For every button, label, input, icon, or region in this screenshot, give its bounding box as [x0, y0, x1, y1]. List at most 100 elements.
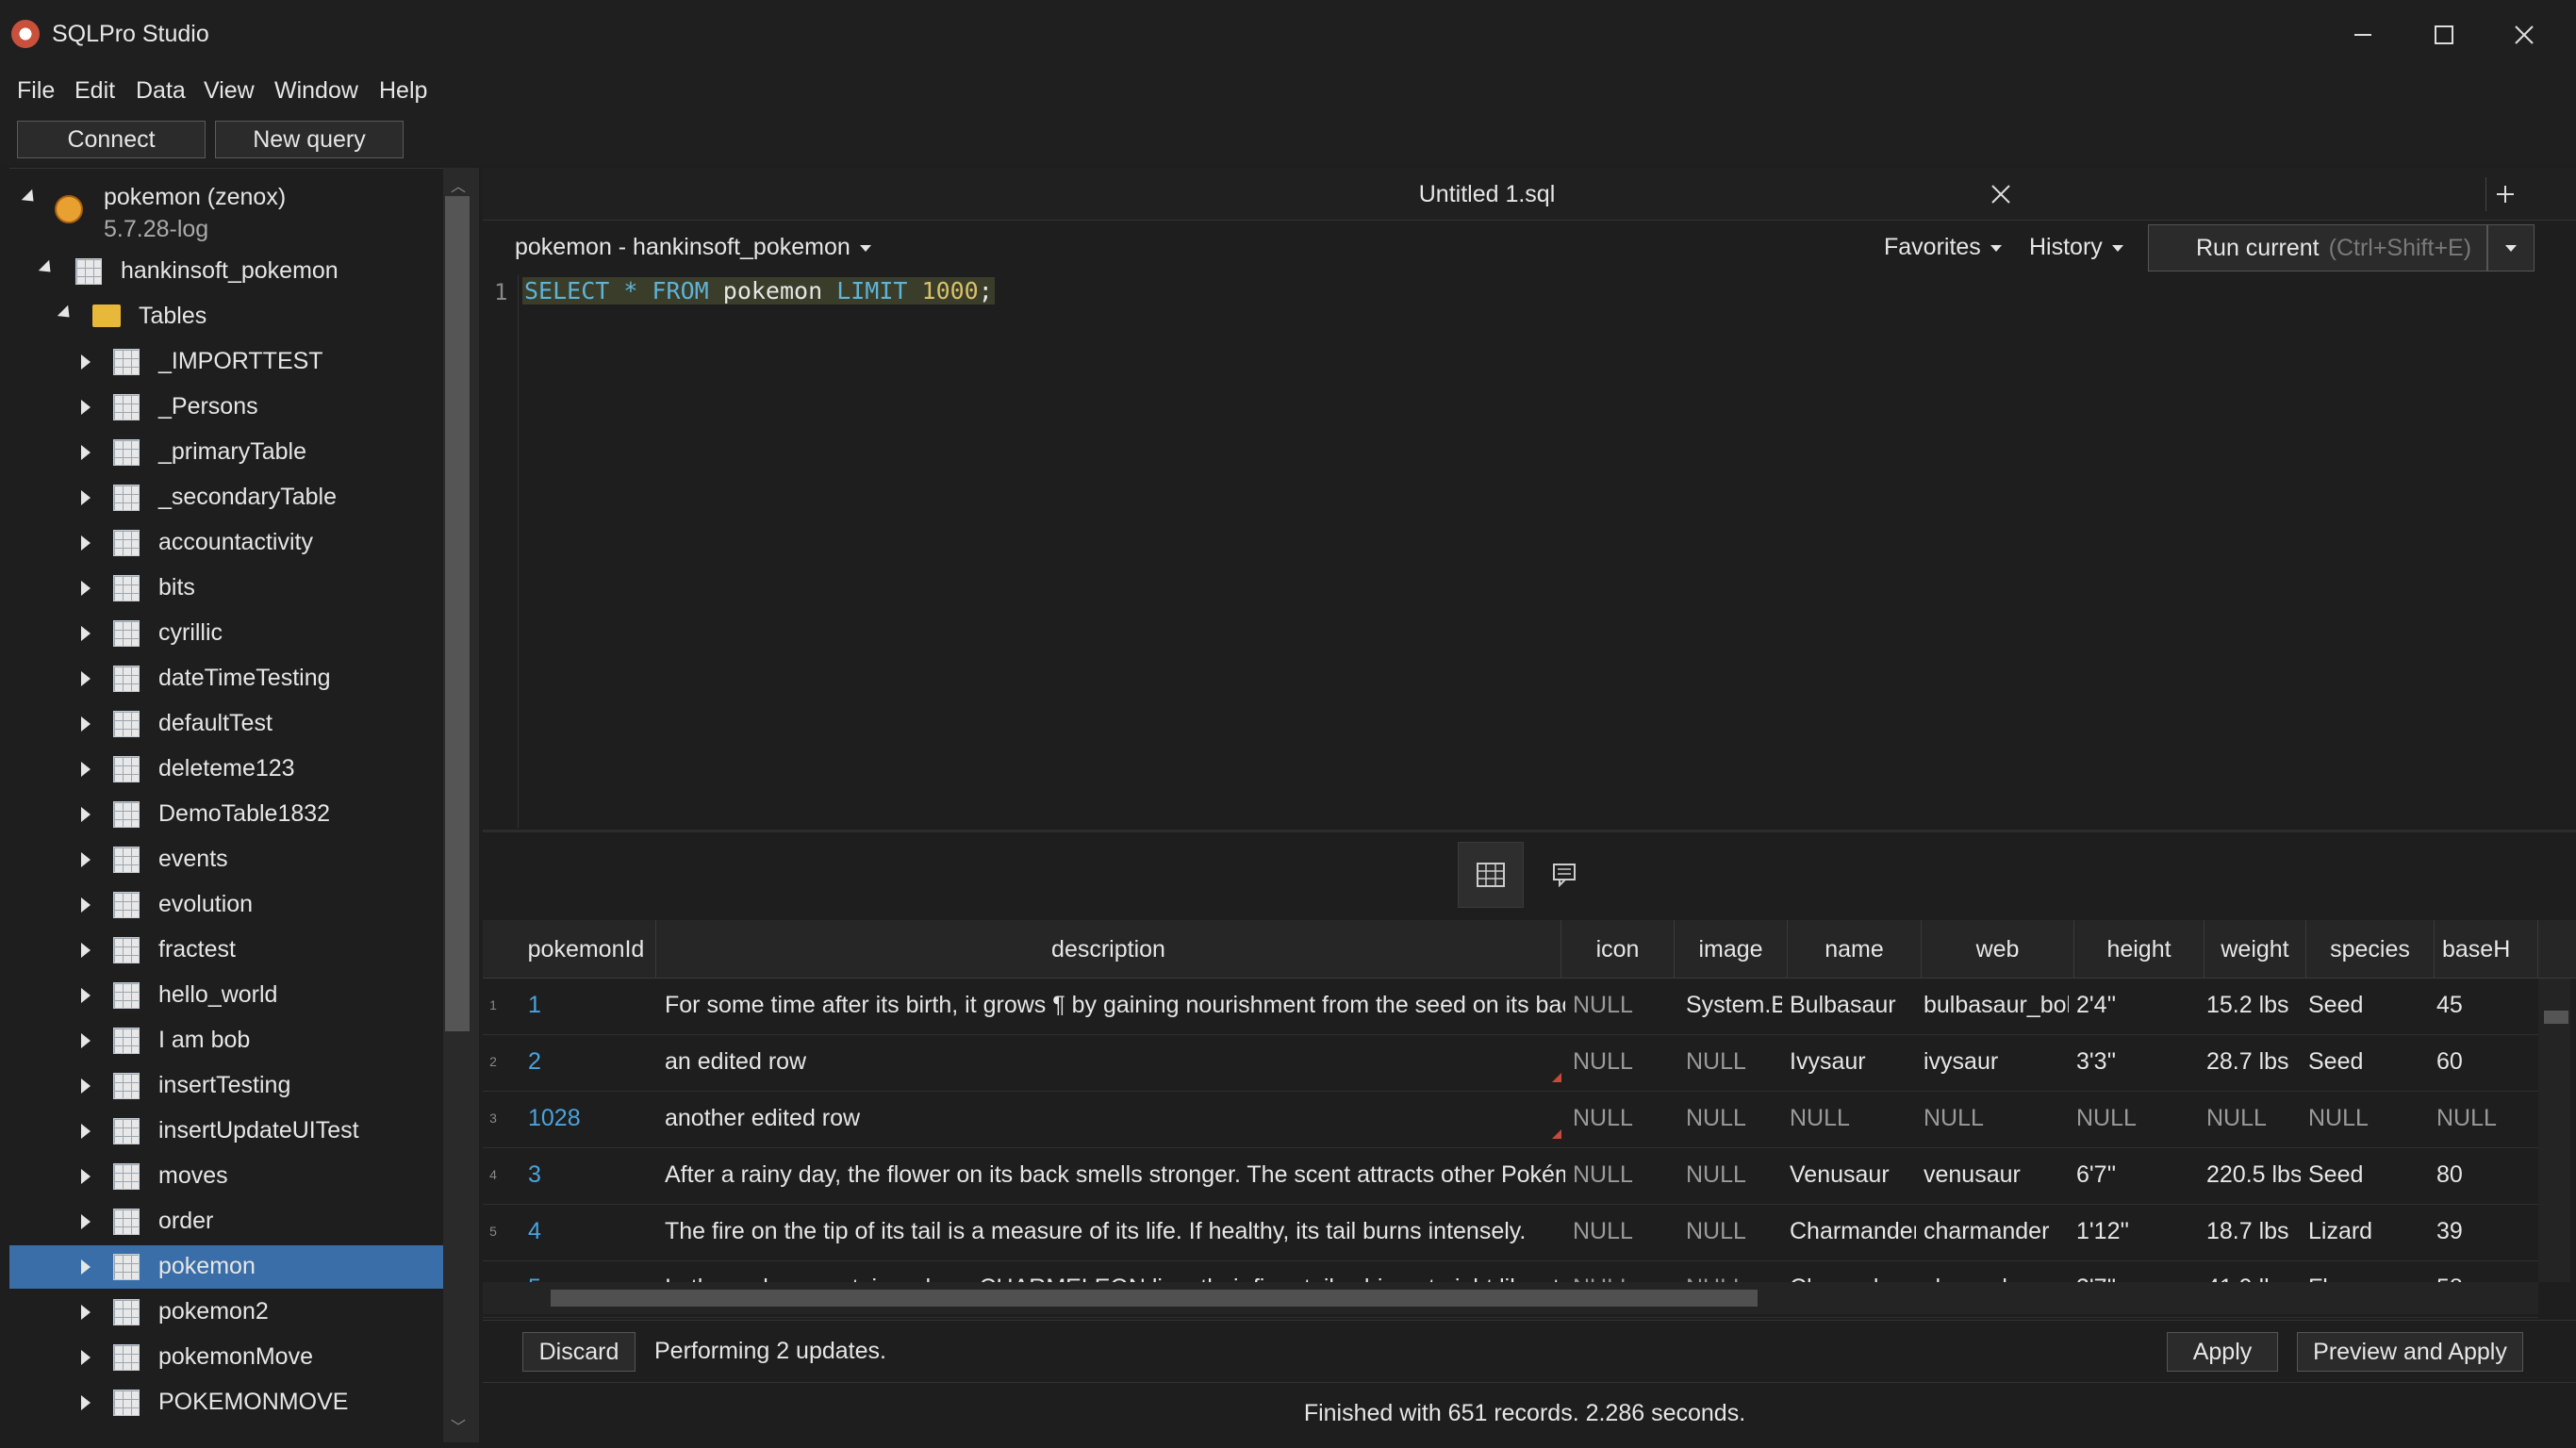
grid-horizontal-scroll-thumb[interactable] [551, 1290, 1758, 1307]
cell-image[interactable]: NULL [1686, 1048, 1782, 1076]
cell-description[interactable]: After a rainy day, the flower on its bac… [665, 1161, 1565, 1189]
preview-and-apply-button[interactable]: Preview and Apply [2297, 1332, 2523, 1372]
table-row[interactable]: 2 2 an edited row NULL NULL Ivysaur ivysaur 3'3… [483, 1035, 2538, 1092]
cell-description[interactable]: For some time after its birth, it grows … [665, 992, 1565, 1019]
cell-weight[interactable]: 28.7 lbs [2206, 1048, 2301, 1076]
maximize-icon[interactable] [2414, 11, 2474, 58]
expand-icon[interactable] [81, 1124, 91, 1139]
tree-table-item[interactable]: accountactivity [9, 521, 443, 565]
tree-table-item[interactable]: _secondaryTable [9, 476, 443, 519]
column-header-height[interactable]: height [2074, 920, 2204, 979]
tree-folder-tables[interactable]: Tables [9, 295, 443, 338]
expand-icon[interactable] [81, 1259, 91, 1275]
scroll-up-icon[interactable]: ︿ [451, 173, 466, 196]
cell-baseh[interactable]: 80 [2436, 1161, 2531, 1189]
cell-image[interactable]: NULL [1686, 1105, 1782, 1132]
tree-table-item[interactable]: fractest [9, 929, 443, 972]
expand-icon[interactable] [81, 535, 91, 551]
cell-weight[interactable]: 15.2 lbs [2206, 992, 2301, 1019]
cell-name[interactable]: Ivysaur [1790, 1048, 1916, 1076]
expand-icon[interactable] [81, 1033, 91, 1048]
tree-table-item[interactable]: _Persons [9, 386, 443, 429]
tree-table-item[interactable]: _IMPORTTEST [9, 340, 443, 384]
menu-help[interactable]: Help [379, 77, 427, 105]
run-current-button[interactable]: Run current (Ctrl+Shift+E) [2148, 224, 2487, 272]
cell-baseh[interactable]: 39 [2436, 1218, 2531, 1245]
column-header-baseh[interactable]: baseH [2435, 920, 2538, 979]
expand-icon[interactable] [81, 1214, 91, 1229]
sidebar-scroll-thumb[interactable] [445, 196, 470, 1031]
tree-table-item[interactable]: bits [9, 567, 443, 610]
column-header-species[interactable]: species [2306, 920, 2435, 979]
cell-baseh[interactable]: 60 [2436, 1048, 2531, 1076]
cell-height[interactable]: 3'3'' [2076, 1048, 2199, 1076]
menu-view[interactable]: View [204, 77, 255, 105]
cell-web[interactable]: bulbasaur_bob [1924, 992, 2069, 1019]
tree-table-item[interactable]: insertUpdateUITest [9, 1110, 443, 1153]
expand-icon[interactable] [81, 852, 91, 867]
table-row[interactable]: 5 4 The fire on the tip of its tail is a m… [483, 1205, 2538, 1261]
cell-baseh[interactable]: 45 [2436, 992, 2531, 1019]
expand-icon[interactable] [81, 897, 91, 913]
expand-icon[interactable] [81, 445, 91, 460]
cell-icon[interactable]: NULL [1573, 1161, 1678, 1189]
column-header-description[interactable]: description [656, 920, 1561, 979]
column-header-image[interactable]: image [1675, 920, 1788, 979]
expand-icon[interactable] [81, 581, 91, 596]
cell-height[interactable]: 6'7'' [2076, 1161, 2199, 1189]
tree-connection[interactable]: pokemon (zenox) 5.7.28-log [9, 174, 443, 250]
table-row[interactable]: 1 1 For some time after its birth, it grow… [483, 979, 2538, 1035]
cell-image[interactable]: NULL [1686, 1161, 1782, 1189]
scroll-down-icon[interactable]: ﹀ [451, 1414, 466, 1437]
tab-title[interactable]: Untitled 1.sql [483, 181, 2491, 208]
tree-table-item[interactable]: events [9, 838, 443, 881]
messages-view-icon[interactable] [1531, 842, 1597, 908]
cell-image[interactable]: System.Byte[] [1686, 992, 1782, 1019]
expand-icon[interactable] [81, 400, 91, 415]
tree-table-item[interactable]: hello_world [9, 974, 443, 1017]
expand-icon[interactable] [81, 671, 91, 686]
cell-weight[interactable]: 220.5 lbs [2206, 1161, 2301, 1189]
cell-description[interactable]: another edited row [665, 1105, 1565, 1132]
expand-icon[interactable] [81, 762, 91, 777]
cell-pokemonid[interactable]: 2 [528, 1048, 657, 1076]
tree-table-item[interactable]: evolution [9, 883, 443, 927]
cell-species[interactable]: Seed [2308, 1161, 2429, 1189]
collapse-icon[interactable] [57, 304, 75, 323]
collapse-icon[interactable] [21, 189, 40, 207]
expand-icon[interactable] [81, 1305, 91, 1320]
tree-table-item[interactable]: deleteme123 [9, 748, 443, 791]
cell-pokemonid[interactable]: 3 [528, 1161, 657, 1189]
cell-species[interactable]: Seed [2308, 992, 2429, 1019]
cell-description[interactable]: The fire on the tip of its tail is a mea… [665, 1218, 1565, 1245]
expand-icon[interactable] [81, 1078, 91, 1094]
tree-table-item[interactable]: order [9, 1200, 443, 1243]
expand-icon[interactable] [81, 1169, 91, 1184]
cell-icon[interactable]: NULL [1573, 992, 1678, 1019]
menu-window[interactable]: Window [274, 77, 358, 105]
tree-table-item[interactable]: cyrillic [9, 612, 443, 655]
expand-icon[interactable] [81, 1350, 91, 1365]
cell-name[interactable]: NULL [1790, 1105, 1916, 1132]
grid-vertical-scrollbar[interactable] [2538, 979, 2570, 1282]
tree-table-item[interactable]: dateTimeTesting [9, 657, 443, 700]
pane-splitter[interactable] [471, 168, 479, 1442]
expand-icon[interactable] [81, 807, 91, 822]
tree-table-item[interactable]: pokemon [9, 1245, 443, 1289]
tree-table-item[interactable]: POKEMONMOVE [9, 1381, 443, 1424]
tree-table-item[interactable]: I am bob [9, 1019, 443, 1062]
add-tab-icon[interactable] [2485, 177, 2523, 211]
sql-line[interactable]: SELECT * FROM pokemon LIMIT 1000; [522, 277, 995, 304]
expand-icon[interactable] [81, 354, 91, 370]
expand-icon[interactable] [81, 943, 91, 958]
cell-name[interactable]: Venusaur [1790, 1161, 1916, 1189]
column-header-web[interactable]: web [1922, 920, 2074, 979]
favorites-button[interactable]: Favorites [1884, 234, 2002, 261]
apply-button[interactable]: Apply [2167, 1332, 2278, 1372]
expand-icon[interactable] [81, 988, 91, 1003]
sql-editor[interactable]: 1 SELECT * FROM pokemon LIMIT 1000; [483, 275, 2576, 828]
cell-web[interactable]: charmander [1924, 1218, 2069, 1245]
grid-view-icon[interactable] [1458, 842, 1524, 908]
connect-button[interactable]: Connect [17, 121, 206, 158]
tree-table-item[interactable]: pokemonMove [9, 1336, 443, 1379]
